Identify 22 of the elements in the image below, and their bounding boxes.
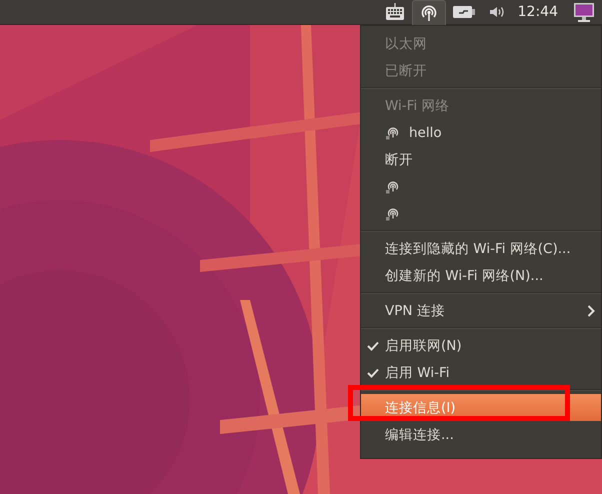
- wifi-signal-icon: [385, 206, 399, 220]
- wifi-signal-icon: [385, 126, 399, 140]
- menu-item[interactable]: 断开: [361, 146, 601, 173]
- chevron-icon: [587, 304, 595, 316]
- monitor-icon: [573, 1, 595, 23]
- wifi-indicator[interactable]: [412, 0, 446, 24]
- clock[interactable]: 12:44: [512, 4, 566, 20]
- menu-item: Wi-Fi 网络: [384, 96, 450, 116]
- wifi-icon: [420, 4, 438, 22]
- menu-item[interactable]: 启用联网(N): [361, 332, 601, 359]
- menu-item: 以太网: [384, 34, 428, 54]
- menu-item[interactable]: VPN 连接: [361, 297, 601, 324]
- menu-item: 已断开: [384, 62, 428, 80]
- menu-item[interactable]: 连接到隐藏的 Wi-Fi 网络(C)...: [361, 235, 601, 262]
- menu-item[interactable]: hello: [361, 119, 601, 146]
- menu-item[interactable]: 创建新的 Wi-Fi 网络(N)...: [361, 262, 601, 289]
- wifi-signal-icon: [385, 180, 399, 194]
- menu-item[interactable]: 编辑连接...: [361, 421, 601, 448]
- battery-icon: [452, 5, 475, 19]
- keyboard-icon: [384, 3, 405, 21]
- volume-icon: [488, 5, 505, 19]
- menu-item[interactable]: 启用 Wi-Fi: [361, 359, 601, 386]
